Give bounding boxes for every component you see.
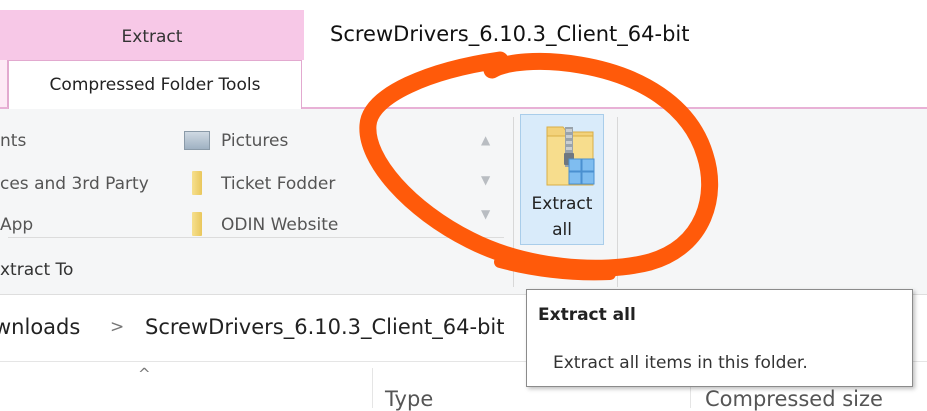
gallery-item-left-1[interactable]: nts: [0, 131, 26, 151]
ribbon-divider: [617, 117, 618, 287]
gallery-item-pictures[interactable]: Pictures: [221, 131, 288, 151]
tab-compressed-folder-tools-label: Compressed Folder Tools: [49, 75, 261, 95]
tab-strip-left: [0, 60, 8, 110]
gallery-item-odin-website[interactable]: ODIN Website: [221, 215, 338, 235]
folder-icon: [192, 212, 202, 236]
gallery-more-icon[interactable]: ▼: [481, 207, 490, 221]
breadcrumb-downloads-label: wnloads: [0, 315, 81, 339]
sort-up-icon: ^: [138, 365, 151, 383]
extract-all-label-line1: Extract: [531, 194, 593, 214]
extract-all-button[interactable]: Extract all: [520, 114, 604, 245]
gallery-item-left-3[interactable]: App: [0, 215, 33, 235]
scroll-down-icon[interactable]: ▼: [481, 173, 490, 187]
window-title: ScrewDrivers_6.10.3_Client_64-bit: [330, 22, 690, 46]
gallery-item-ticket-fodder[interactable]: Ticket Fodder: [221, 174, 335, 194]
zip-folder-icon: [546, 126, 595, 186]
breadcrumb-current-folder[interactable]: ScrewDrivers_6.10.3_Client_64-bit: [145, 315, 505, 339]
ribbon: [0, 109, 927, 295]
gallery-scroll[interactable]: ▲ ▼ ▼: [474, 117, 502, 237]
tab-compressed-folder-tools[interactable]: Compressed Folder Tools: [8, 60, 302, 109]
top-strip: [0, 0, 304, 10]
group-label-extract-to: xtract To: [0, 260, 74, 280]
breadcrumb-chevron-icon[interactable]: >: [110, 317, 124, 337]
breadcrumb-downloads[interactable]: wnloads: [0, 315, 80, 339]
column-header-type[interactable]: Type: [385, 387, 433, 411]
gallery-item-left-2[interactable]: ces and 3rd Party: [0, 174, 149, 194]
folder-icon: [192, 171, 202, 195]
tooltip: Extract all Extract all items in this fo…: [526, 289, 913, 387]
column-separator[interactable]: [372, 368, 373, 408]
extract-all-label-line2: all: [552, 220, 572, 240]
ribbon-divider: [513, 117, 514, 287]
tooltip-title: Extract all: [538, 305, 636, 325]
column-header-compressed-size[interactable]: Compressed size: [705, 387, 883, 411]
extract-context-tab-label: Extract: [121, 27, 183, 47]
scroll-up-icon[interactable]: ▲: [481, 133, 490, 147]
gallery-separator: [8, 237, 504, 238]
pictures-icon: [184, 131, 210, 150]
tooltip-description: Extract all items in this folder.: [553, 353, 808, 373]
